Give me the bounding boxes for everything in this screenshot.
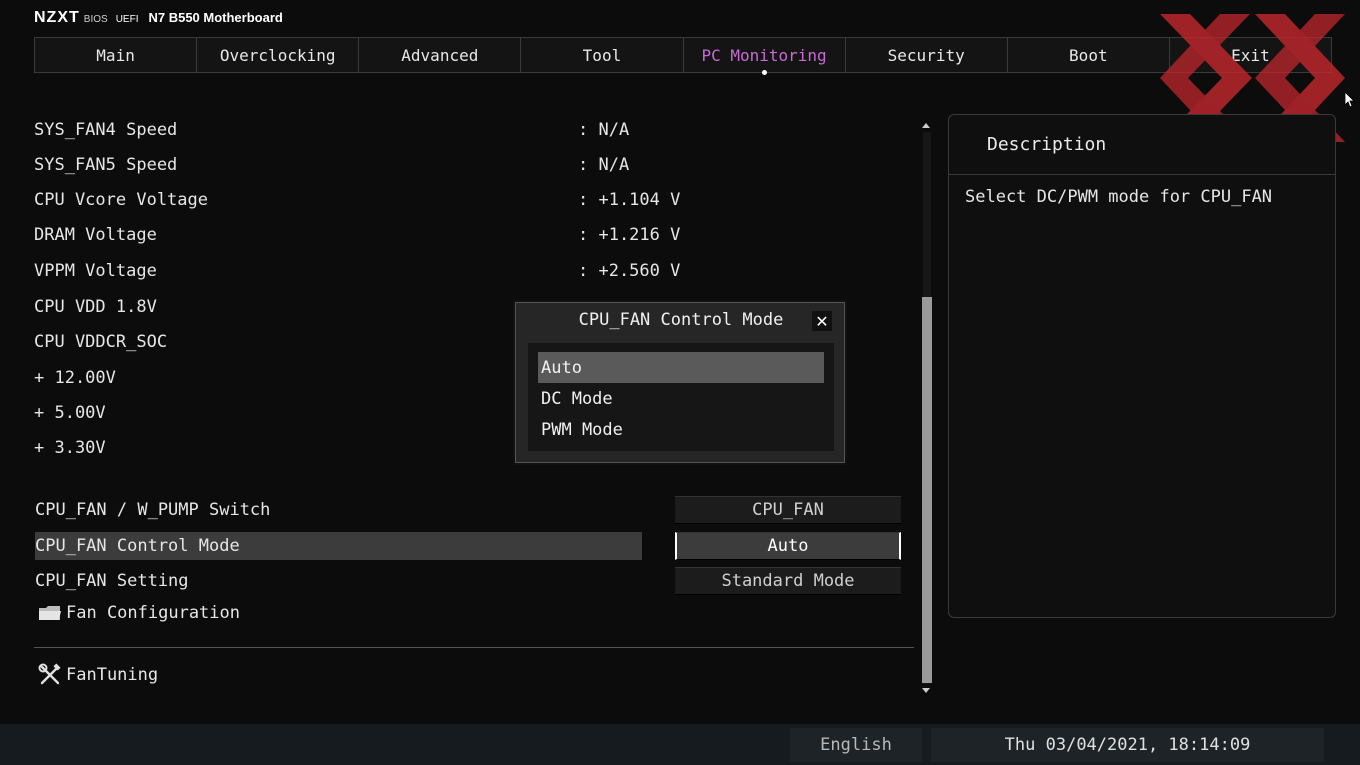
divider [34, 647, 914, 648]
dialog-option-pwm-mode[interactable]: PWM Mode [538, 414, 824, 445]
mouse-cursor-icon [1345, 92, 1355, 108]
monitor-label: DRAM Voltage [34, 225, 157, 245]
dialog-title: CPU_FAN Control Mode [578, 310, 784, 330]
tab-tool[interactable]: Tool [521, 38, 684, 72]
fan-setting-button[interactable]: Standard Mode [675, 567, 901, 595]
brand: NZXT BIOS UEFI N7 B550 Motherboard [34, 9, 283, 29]
monitor-row: SYS_FAN5 Speed : N/A [34, 150, 914, 180]
monitor-label: CPU Vcore Voltage [34, 190, 208, 210]
scroll-thumb[interactable] [922, 297, 932, 683]
monitor-value: : N/A [578, 120, 630, 140]
fan-tuning-label: FanTuning [66, 665, 159, 685]
monitor-row: CPU Vcore Voltage : +1.104 V [34, 185, 914, 215]
monitor-row: SYS_FAN4 Speed : N/A [34, 115, 914, 145]
monitor-label: SYS_FAN5 Speed [34, 155, 178, 175]
tab-pc-monitoring[interactable]: PC Monitoring [684, 38, 846, 75]
tab-boot[interactable]: Boot [1008, 38, 1170, 72]
option-row-fan-control-mode[interactable]: CPU_FAN Control Mode Auto [34, 532, 914, 560]
monitor-label: VPPM Voltage [34, 261, 157, 281]
datetime-display: Thu 03/04/2021, 18:14:09 [931, 728, 1324, 762]
dialog-option-auto[interactable]: Auto [538, 352, 824, 383]
tab-overclocking[interactable]: Overclocking [197, 38, 360, 72]
description-title: Description [949, 115, 1335, 175]
option-row-fan-pump-switch[interactable]: CPU_FAN / W_PUMP Switch CPU_FAN [34, 496, 914, 524]
monitor-label: CPU VDDCR_SOC [34, 332, 168, 352]
brand-logo: NZXT [34, 9, 80, 26]
monitor-label: SYS_FAN4 Speed [34, 120, 178, 140]
monitor-label: + 12.00V [34, 368, 116, 388]
fan-tuning-item[interactable]: FanTuning [38, 662, 158, 688]
tab-advanced[interactable]: Advanced [359, 38, 522, 72]
close-icon[interactable]: ✕ [812, 311, 832, 331]
monitor-value: : +1.216 V [578, 225, 681, 245]
menu-tabs: Main Overclocking Advanced Tool PC Monit… [34, 37, 1332, 75]
folder-icon [39, 606, 61, 620]
description-panel: Description Select DC/PWM mode for CPU_F… [948, 114, 1336, 618]
brand-bios: BIOS [83, 14, 108, 25]
monitor-value: : N/A [578, 155, 630, 175]
board-name: N7 B550 Motherboard [148, 10, 283, 25]
scrollbar[interactable] [920, 120, 934, 696]
option-label: CPU_FAN Setting [35, 571, 189, 591]
fan-control-mode-button[interactable]: Auto [675, 532, 901, 560]
option-label: CPU_FAN Control Mode [35, 532, 642, 560]
brand-uefi: UEFI [115, 14, 139, 25]
monitor-label: + 3.30V [34, 438, 106, 458]
scroll-down-icon[interactable] [922, 688, 930, 693]
fan-pump-switch-button[interactable]: CPU_FAN [675, 496, 901, 524]
monitor-row: DRAM Voltage : +1.216 V [34, 220, 914, 250]
scroll-up-icon[interactable] [922, 123, 930, 128]
dialog-options: Auto DC Mode PWM Mode [528, 343, 834, 451]
language-selector[interactable]: English [790, 728, 922, 762]
control-mode-dialog: CPU_FAN Control Mode ✕ Auto DC Mode PWM … [515, 302, 845, 463]
tab-main[interactable]: Main [35, 38, 198, 72]
tab-security[interactable]: Security [846, 38, 1008, 72]
monitor-label: + 5.00V [34, 403, 106, 423]
option-row-fan-setting[interactable]: CPU_FAN Setting Standard Mode [34, 567, 914, 595]
tools-icon [38, 663, 61, 685]
description-text: Select DC/PWM mode for CPU_FAN [965, 187, 1273, 207]
monitor-label: CPU VDD 1.8V [34, 297, 157, 317]
option-label: CPU_FAN / W_PUMP Switch [35, 500, 271, 520]
fan-configuration-label: Fan Configuration [66, 603, 240, 623]
dialog-option-dc-mode[interactable]: DC Mode [538, 383, 824, 414]
monitor-row: VPPM Voltage : +2.560 V [34, 256, 914, 286]
monitor-value: : +2.560 V [578, 261, 681, 281]
monitor-value: : +1.104 V [578, 190, 681, 210]
fan-configuration-submenu[interactable]: Fan Configuration [38, 600, 240, 626]
